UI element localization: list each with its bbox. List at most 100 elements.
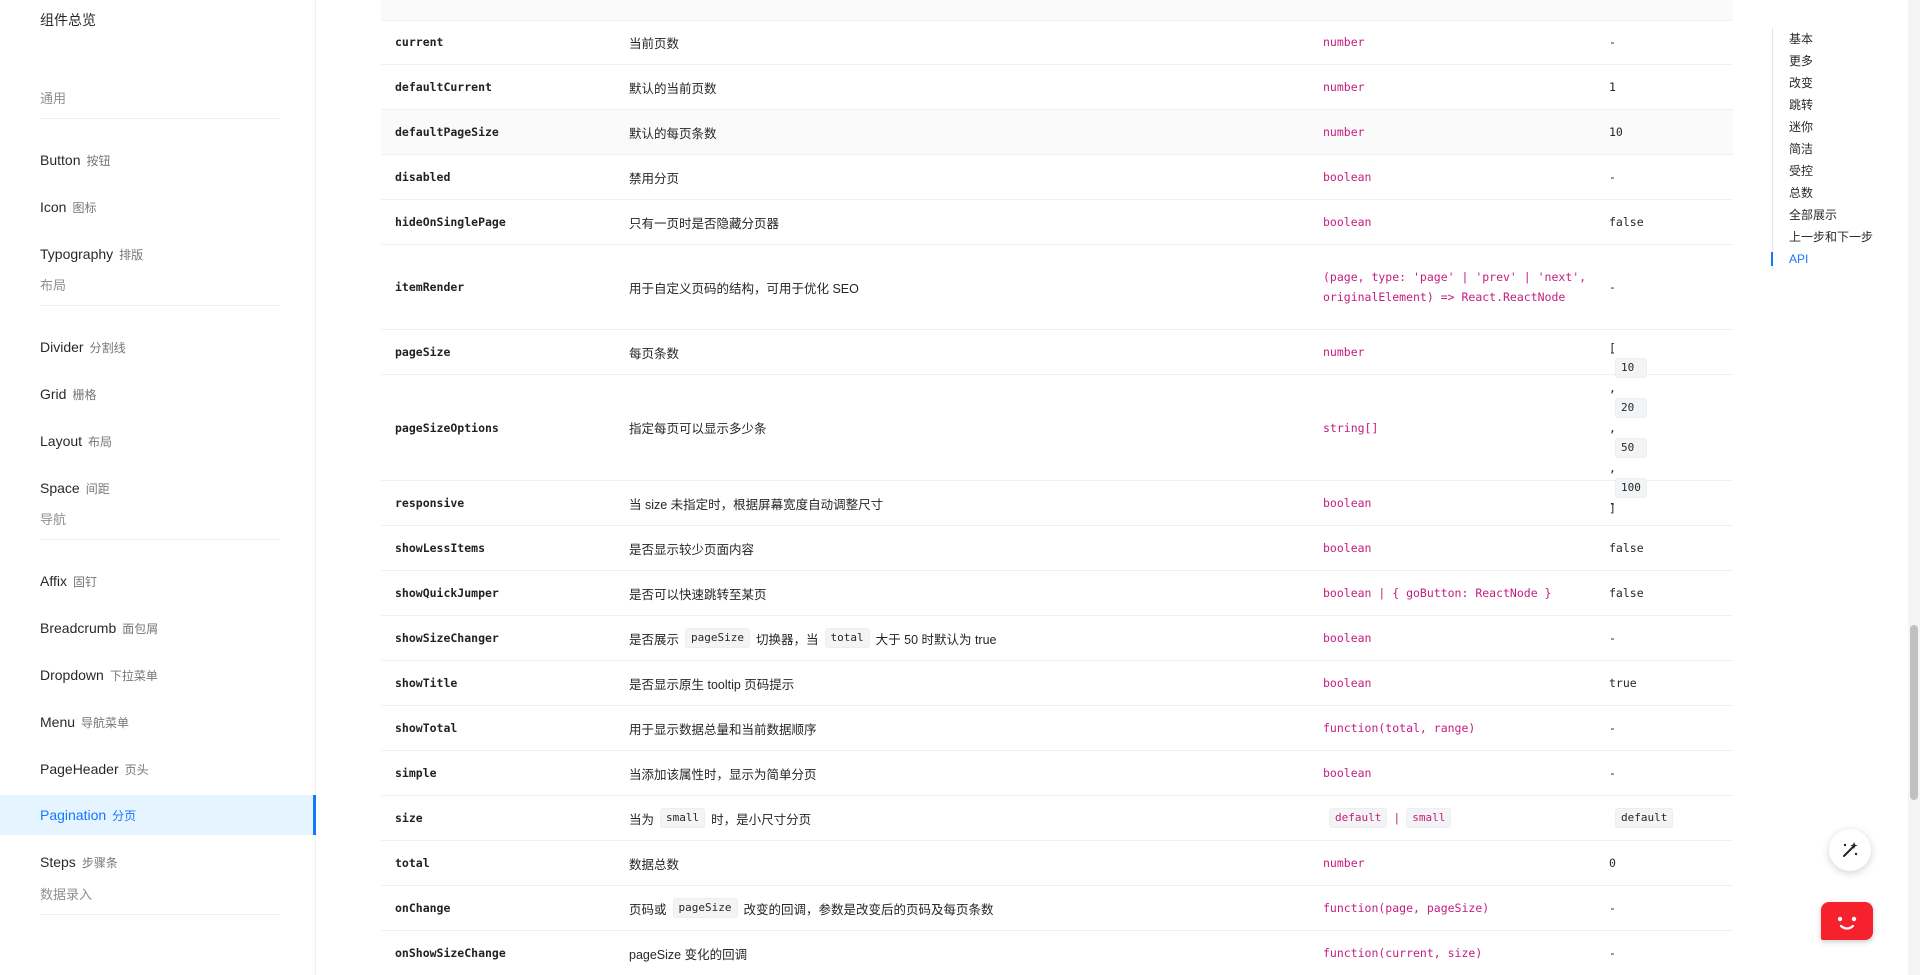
cell-text: 时，是小尺寸分页 — [711, 812, 812, 827]
anchor-link[interactable]: 迷你 — [1773, 116, 1913, 138]
table-row: onShowSizeChange pageSize 变化的回调 function(c… — [381, 931, 1733, 975]
sidebar-item-grid[interactable]: Grid 栅格 — [0, 374, 316, 414]
cell-text: 每页条数 — [629, 346, 680, 361]
type-cell: number — [1323, 20, 1613, 64]
property-cell: defaultCurrent — [395, 80, 492, 94]
cell-text: , — [1609, 460, 1616, 475]
description-cell: 禁用分页 — [629, 155, 1319, 199]
anchor-link[interactable]: 更多 — [1773, 50, 1913, 72]
type-cell: boolean — [1323, 155, 1613, 199]
type-cell: boolean — [1323, 200, 1613, 244]
anchor-link[interactable]: 跳转 — [1773, 94, 1913, 116]
sidebar-item-layout[interactable]: Layout 布局 — [0, 421, 316, 461]
sidebar-item-label: Grid — [40, 386, 67, 402]
sidebar-item-breadcrumb[interactable]: Breadcrumb 面包屑 — [0, 608, 316, 648]
sidebar-item-button[interactable]: Button 按钮 — [0, 140, 316, 180]
cell-text: 页码或 — [629, 902, 667, 917]
property-cell: onShowSizeChange — [395, 946, 506, 960]
table-row: responsive 当 size 未指定时，根据屏幕宽度自动调整尺寸 boolea… — [381, 481, 1733, 526]
type-cell: function(total, range) — [1323, 706, 1613, 750]
cell-text: boolean — [1323, 541, 1372, 555]
anchor-link[interactable]: 上一步和下一步 — [1773, 226, 1913, 248]
property-cell: showTotal — [395, 721, 458, 735]
cell-text: 默认的当前页数 — [629, 81, 717, 96]
page-scrollbar[interactable] — [1908, 0, 1920, 975]
type-cell: function(page, pageSize) — [1323, 886, 1613, 930]
cell-text: function(total, range) — [1323, 721, 1476, 735]
property-cell: showLessItems — [395, 541, 486, 555]
cell-text: 当添加该属性时，显示为简单分页 — [629, 767, 817, 782]
sidebar-item-label: Dropdown — [40, 667, 104, 683]
sidebar-item-label: Button — [40, 152, 81, 168]
description-cell: 当前页数 — [629, 20, 1319, 64]
anchor-link[interactable]: 改变 — [1773, 72, 1913, 94]
anchor-link[interactable]: 全部展示 — [1773, 204, 1913, 226]
property-cell: responsive — [395, 496, 465, 510]
anchor-link[interactable]: 简洁 — [1773, 138, 1913, 160]
cell-text: number — [1323, 345, 1365, 359]
sidebar-item-pageheader[interactable]: PageHeader 页头 — [0, 749, 316, 789]
sidebar-item-affix[interactable]: Affix 固钉 — [0, 561, 316, 601]
table-row: hideOnSinglePage 只有一页时是否隐藏分页器 boolean false — [381, 200, 1733, 245]
sidebar-item-sublabel: 页头 — [124, 763, 149, 777]
sidebar-item-sublabel: 步骤条 — [81, 856, 118, 870]
default-cell: 0 — [1609, 841, 1729, 885]
cell-text: - — [1609, 766, 1616, 780]
sidebar-item-sublabel: 面包屑 — [122, 622, 159, 636]
sidebar-item-sublabel: 分页 — [112, 809, 137, 823]
sidebar-item-sublabel: 导航菜单 — [81, 716, 130, 730]
cell-text: 10 — [1609, 125, 1623, 139]
default-cell: - — [1609, 481, 1729, 525]
cell-text: 当 size 未指定时，根据屏幕宽度自动调整尺寸 — [629, 497, 884, 512]
cell-text: false — [1609, 215, 1644, 229]
sidebar-group-label: 布局 — [40, 266, 280, 306]
property-cell: simple — [395, 766, 437, 780]
sidebar-item-label: Menu — [40, 714, 76, 730]
sidebar-overview-link[interactable]: 组件总览 — [40, 10, 96, 30]
type-cell: boolean | { goButton: ReactNode } — [1323, 571, 1613, 615]
cell-text: - — [1609, 280, 1616, 294]
inline-code: 50 — [1615, 437, 1647, 458]
type-cell: boolean — [1323, 616, 1613, 660]
default-cell: - — [1609, 931, 1729, 975]
cell-text: 指定每页可以显示多少条 — [629, 422, 767, 436]
table-row: total 数据总数 number 0 — [381, 841, 1733, 886]
chat-face-icon — [1837, 916, 1857, 930]
sidebar-item-menu[interactable]: Menu 导航菜单 — [0, 702, 316, 742]
cell-text: boolean — [1323, 766, 1372, 780]
table-row: defaultPageSize 默认的每页条数 number 10 — [381, 110, 1733, 155]
anchor-link[interactable]: 受控 — [1773, 160, 1913, 182]
default-cell: - — [1609, 20, 1729, 64]
table-row: defaultCurrent 默认的当前页数 number 1 — [381, 65, 1733, 110]
description-cell: 数据总数 — [629, 841, 1319, 885]
property-cell: pageSize — [395, 345, 451, 359]
sidebar-item-sublabel: 下拉菜单 — [109, 669, 158, 683]
description-cell: 当为 small 时，是小尺寸分页 — [629, 796, 1319, 840]
scrollbar-thumb[interactable] — [1910, 625, 1918, 800]
inline-code: 20 — [1615, 397, 1647, 418]
table-row: disabled 禁用分页 boolean - — [381, 155, 1733, 200]
chat-button[interactable] — [1821, 902, 1873, 940]
anchor-link[interactable]: API — [1771, 248, 1913, 270]
sidebar-item-divider[interactable]: Divider 分割线 — [0, 327, 316, 367]
default-cell: - — [1609, 155, 1729, 199]
cell-text: function(current, size) — [1323, 946, 1483, 960]
sidebar-item-dropdown[interactable]: Dropdown 下拉菜单 — [0, 655, 316, 695]
cell-text: - — [1609, 901, 1616, 915]
cell-text: true — [1609, 676, 1637, 690]
sidebar-item-sublabel: 固钉 — [72, 575, 97, 589]
cell-text: 0 — [1609, 856, 1616, 870]
default-cell: - — [1609, 616, 1729, 660]
description-cell: pageSize 变化的回调 — [629, 931, 1319, 975]
default-cell: 10 — [1609, 110, 1729, 154]
anchor-link[interactable]: 总数 — [1773, 182, 1913, 204]
type-cell: string[] — [1323, 375, 1613, 480]
property-cell: onChange — [395, 901, 451, 915]
sidebar-item-icon[interactable]: Icon 图标 — [0, 187, 316, 227]
cell-text: 只有一页时是否隐藏分页器 — [629, 216, 780, 231]
sidebar-item-pagination[interactable]: Pagination 分页 — [0, 795, 316, 835]
table-row: pageSizeOptions 指定每页可以显示多少条 string[] [10, 20… — [381, 341, 1733, 515]
anchor-link[interactable]: 基本 — [1773, 28, 1913, 50]
magic-button[interactable] — [1829, 829, 1871, 871]
cell-text: pageSize 变化的回调 — [629, 947, 748, 962]
